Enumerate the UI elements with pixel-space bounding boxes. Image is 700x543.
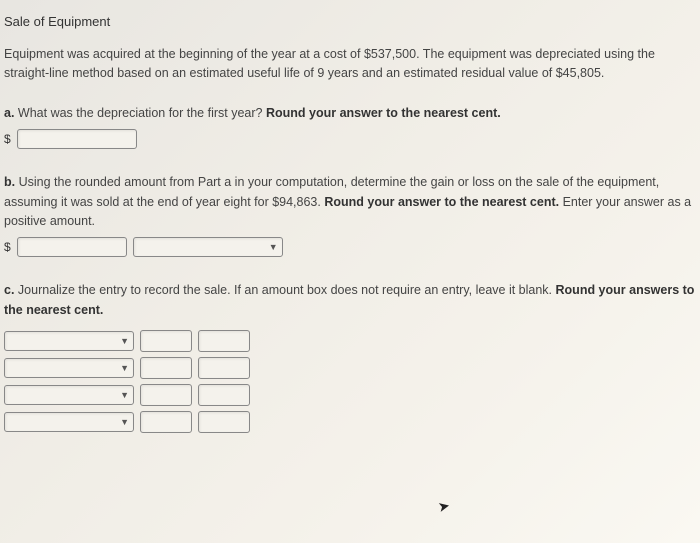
account-select-3[interactable]: ▼ [4, 385, 134, 405]
credit-input-2[interactable] [198, 357, 250, 379]
currency-symbol-b: $ [4, 240, 11, 254]
part-b-bold: Round your answer to the nearest cent. [324, 195, 559, 209]
debit-input-4[interactable] [140, 411, 192, 433]
journal-row: ▼ [4, 330, 700, 352]
journal-row: ▼ [4, 411, 700, 433]
gain-loss-amount-input[interactable] [17, 237, 127, 257]
part-a: a. What was the depreciation for the fir… [4, 104, 700, 149]
chevron-down-icon: ▼ [120, 390, 129, 400]
credit-input-3[interactable] [198, 384, 250, 406]
chevron-down-icon: ▼ [269, 242, 278, 252]
part-c-question: c. Journalize the entry to record the sa… [4, 281, 700, 320]
page-title: Sale of Equipment [4, 14, 700, 29]
part-a-text: What was the depreciation for the first … [18, 106, 266, 120]
credit-input-4[interactable] [198, 411, 250, 433]
chevron-down-icon: ▼ [120, 417, 129, 427]
account-select-2[interactable]: ▼ [4, 358, 134, 378]
part-b: b. Using the rounded amount from Part a … [4, 173, 700, 257]
part-c-text: Journalize the entry to record the sale.… [18, 283, 556, 297]
journal-row: ▼ [4, 357, 700, 379]
cursor-icon: ➤ [436, 497, 451, 516]
journal-entry-grid: ▼ ▼ ▼ ▼ [4, 330, 700, 433]
credit-input-1[interactable] [198, 330, 250, 352]
currency-symbol: $ [4, 132, 11, 146]
part-c: c. Journalize the entry to record the sa… [4, 281, 700, 433]
part-c-label: c. [4, 283, 14, 297]
part-a-bold: Round your answer to the nearest cent. [266, 106, 501, 120]
debit-input-1[interactable] [140, 330, 192, 352]
gain-loss-type-select[interactable]: ▼ [133, 237, 283, 257]
part-b-question: b. Using the rounded amount from Part a … [4, 173, 700, 231]
problem-intro: Equipment was acquired at the beginning … [4, 45, 700, 84]
chevron-down-icon: ▼ [120, 336, 129, 346]
debit-input-2[interactable] [140, 357, 192, 379]
part-a-label: a. [4, 106, 14, 120]
journal-row: ▼ [4, 384, 700, 406]
part-a-question: a. What was the depreciation for the fir… [4, 104, 700, 123]
depreciation-input[interactable] [17, 129, 137, 149]
part-b-label: b. [4, 175, 15, 189]
debit-input-3[interactable] [140, 384, 192, 406]
chevron-down-icon: ▼ [120, 363, 129, 373]
account-select-1[interactable]: ▼ [4, 331, 134, 351]
account-select-4[interactable]: ▼ [4, 412, 134, 432]
